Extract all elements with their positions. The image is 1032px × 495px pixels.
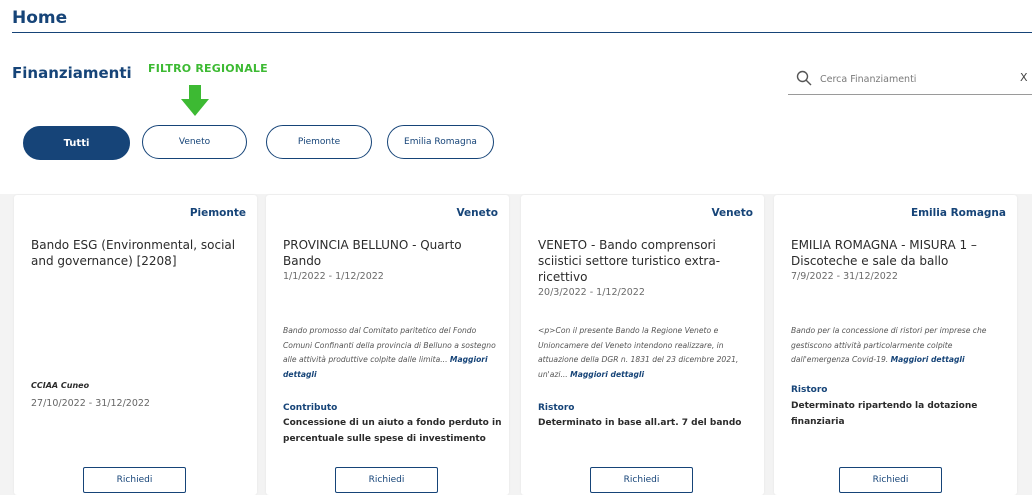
card-amount: Determinato ripartendo la dotazione fina… bbox=[791, 401, 978, 427]
arrow-down-icon bbox=[181, 85, 209, 116]
card-organization: CCIAA Cuneo bbox=[31, 381, 90, 390]
card-dates: 1/1/2022 - 1/12/2022 bbox=[283, 271, 384, 282]
search-icon[interactable] bbox=[796, 70, 812, 86]
card-type: Contributo bbox=[283, 403, 338, 413]
search-underline bbox=[788, 94, 1032, 95]
card-title[interactable]: Bando ESG (Environmental, social and gov… bbox=[31, 237, 251, 269]
card-region: Veneto bbox=[456, 207, 498, 219]
search-box: X bbox=[790, 68, 1032, 90]
card-title[interactable]: EMILIA ROMAGNA - MISURA 1 – Discoteche e… bbox=[791, 237, 1011, 269]
card-amount: Concessione di un aiuto a fondo perduto … bbox=[283, 418, 502, 444]
clear-search-button[interactable]: X bbox=[1020, 71, 1028, 84]
card-title-block: EMILIA ROMAGNA - MISURA 1 – Discoteche e… bbox=[791, 237, 1011, 284]
card-title[interactable]: VENETO - Bando comprensori sciistici set… bbox=[538, 237, 758, 285]
richiedi-button[interactable]: Richiedi bbox=[335, 467, 438, 493]
card-dates: 20/3/2022 - 1/12/2022 bbox=[538, 287, 645, 298]
card-description: Bando per la concessione di ristori per … bbox=[791, 324, 1006, 368]
card-description: Bando promosso dal Comitato paritetico d… bbox=[283, 324, 498, 382]
card-dates: 7/9/2022 - 31/12/2022 bbox=[791, 271, 898, 282]
card-title[interactable]: PROVINCIA BELLUNO - Quarto Bando bbox=[283, 237, 503, 269]
grant-card: Veneto PROVINCIA BELLUNO - Quarto Bando … bbox=[266, 195, 509, 495]
page-title[interactable]: Home bbox=[12, 8, 67, 28]
card-dates: 27/10/2022 - 31/12/2022 bbox=[31, 398, 150, 409]
search-input[interactable] bbox=[820, 70, 1000, 88]
card-region: Emilia Romagna bbox=[910, 207, 1006, 219]
header-divider bbox=[12, 32, 1032, 33]
filter-chip-tutti[interactable]: Tutti bbox=[23, 126, 130, 160]
filter-annotation-label: FILTRO REGIONALE bbox=[148, 62, 268, 75]
richiedi-button[interactable]: Richiedi bbox=[839, 467, 942, 493]
more-details-link[interactable]: Maggiori dettagli bbox=[891, 355, 965, 364]
card-region: Piemonte bbox=[189, 207, 246, 219]
more-details-link[interactable]: Maggiori dettagli bbox=[570, 370, 644, 379]
section-title: Finanziamenti bbox=[12, 64, 132, 82]
card-amount: Determinato in base all.art. 7 del bando bbox=[538, 418, 742, 428]
filter-chip-emilia-romagna[interactable]: Emilia Romagna bbox=[387, 125, 494, 159]
grant-card: Veneto VENETO - Bando comprensori sciist… bbox=[521, 195, 764, 495]
top-bar bbox=[0, 0, 1032, 34]
filter-area bbox=[0, 34, 1032, 194]
card-type: Ristoro bbox=[538, 403, 575, 413]
grant-card: Emilia Romagna EMILIA ROMAGNA - MISURA 1… bbox=[774, 195, 1017, 495]
filter-chip-veneto[interactable]: Veneto bbox=[142, 125, 247, 159]
grant-card: Piemonte Bando ESG (Environmental, socia… bbox=[14, 195, 257, 495]
richiedi-button[interactable]: Richiedi bbox=[590, 467, 693, 493]
card-title-block: PROVINCIA BELLUNO - Quarto Bando 1/1/202… bbox=[283, 237, 503, 284]
filter-chip-piemonte[interactable]: Piemonte bbox=[266, 125, 372, 159]
card-region: Veneto bbox=[711, 207, 753, 219]
card-type: Ristoro bbox=[791, 385, 828, 395]
card-description: <p>Con il presente Bando la Regione Vene… bbox=[538, 324, 753, 382]
richiedi-button[interactable]: Richiedi bbox=[83, 467, 186, 493]
card-title-block: VENETO - Bando comprensori sciistici set… bbox=[538, 237, 758, 300]
